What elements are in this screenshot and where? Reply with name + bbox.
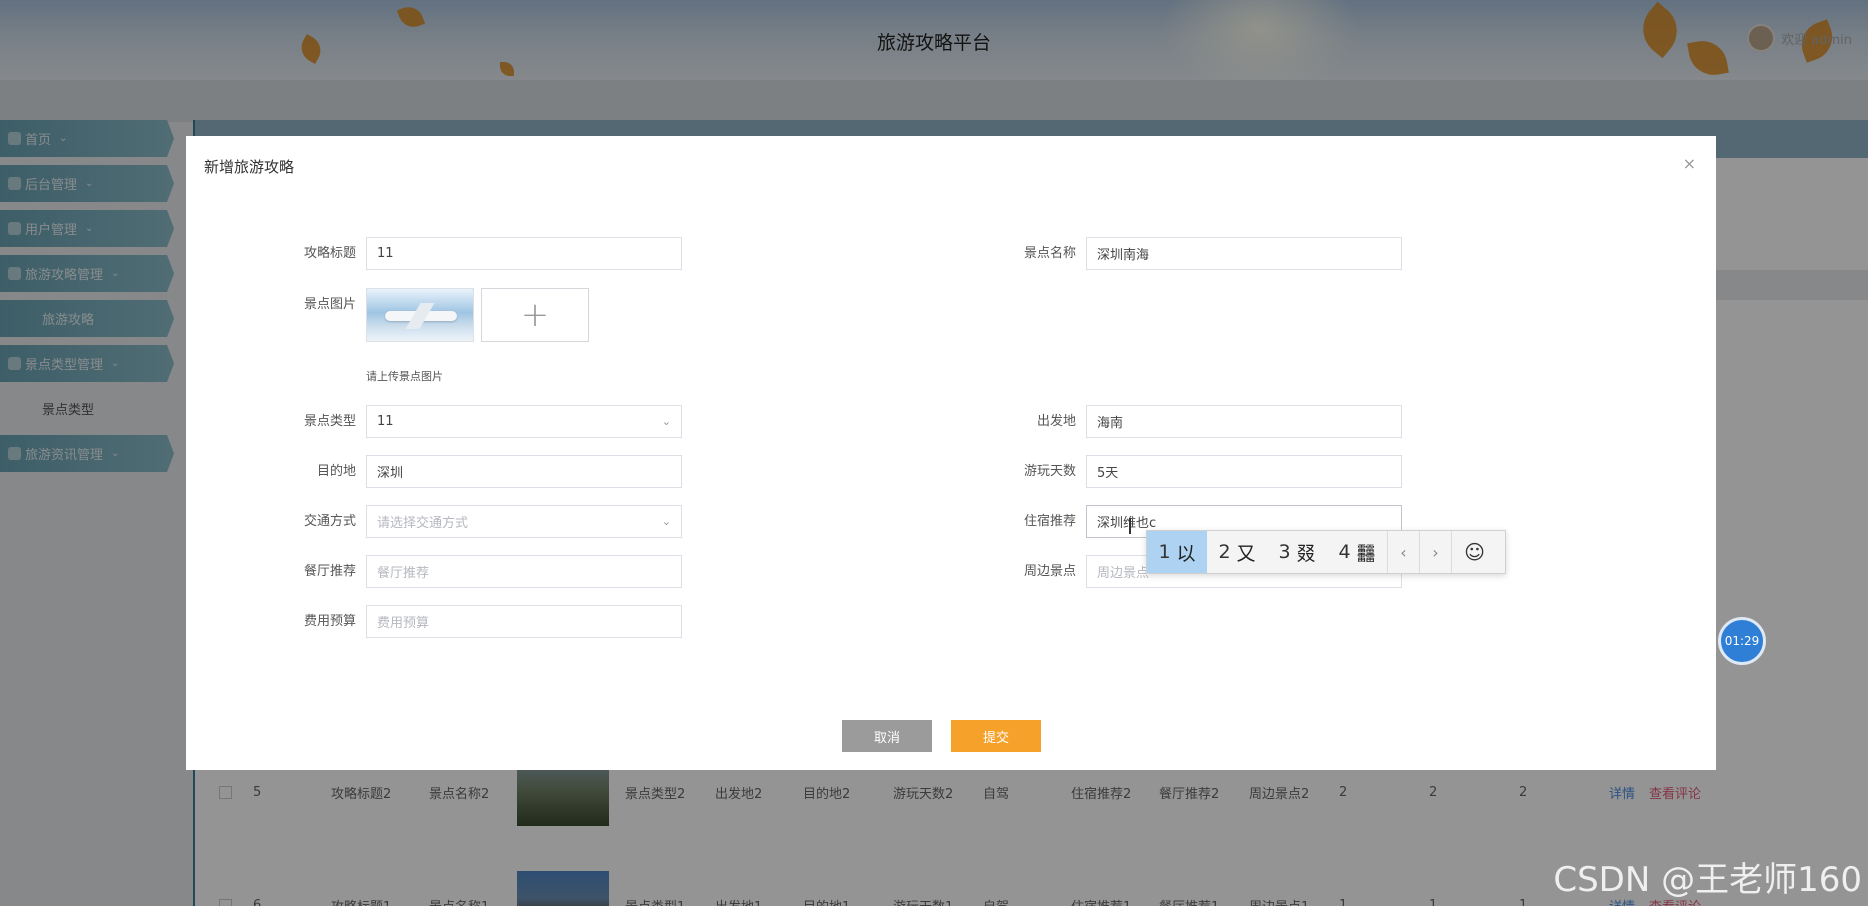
departure-input-value: 海南 [1097, 416, 1124, 431]
ime-candidate-3[interactable]: 3 叕 [1267, 531, 1327, 573]
transport-select-placeholder: 请选择交通方式 [377, 516, 469, 531]
candidate-text: 以 [1176, 542, 1196, 565]
days-input-value: 5天 [1097, 466, 1119, 481]
spot-name-label: 景点名称 [1023, 246, 1076, 261]
candidate-text: 又 [1236, 542, 1256, 565]
title-label: 攻略标题 [303, 246, 356, 261]
spot-name-input-value: 深圳南海 [1097, 248, 1150, 263]
days-label: 游玩天数 [1023, 464, 1076, 479]
title-input[interactable]: 11 [366, 237, 682, 270]
hotel-input-value: 深圳维也c [1097, 516, 1157, 531]
candidate-text: 䨻 [1356, 542, 1376, 565]
emoji-icon[interactable]: ☺ [1451, 531, 1497, 573]
title-input-value: 11 [377, 246, 394, 261]
dialog-title: 新增旅游攻略 [204, 158, 295, 176]
cancel-button[interactable]: 取消 [842, 720, 932, 752]
destination-input-value: 深圳 [377, 466, 404, 481]
ime-candidate-4[interactable]: 4 䨻 [1327, 531, 1387, 573]
departure-input[interactable]: 海南 [1086, 405, 1402, 438]
add-guide-dialog: 新增旅游攻略 × 攻略标题 11 景点名称 深圳南海 景点图片 + 请上传景点图… [186, 136, 1716, 770]
budget-input-placeholder: 费用预算 [377, 616, 430, 631]
spot-type-select[interactable]: 11 ⌄ [366, 405, 682, 438]
restaurant-label: 餐厅推荐 [303, 564, 356, 579]
transport-select[interactable]: 请选择交通方式 ⌄ [366, 505, 682, 538]
close-icon[interactable]: × [1683, 154, 1696, 173]
destination-label: 目的地 [316, 464, 356, 479]
candidate-text: 叕 [1296, 542, 1316, 565]
ime-prev-page-icon[interactable]: ‹ [1387, 531, 1419, 573]
transport-label: 交通方式 [303, 514, 356, 529]
candidate-number: 4 [1338, 541, 1351, 563]
submit-button[interactable]: 提交 [951, 720, 1041, 752]
days-input[interactable]: 5天 [1086, 455, 1402, 488]
spot-image-label: 景点图片 [303, 297, 356, 312]
hotel-label: 住宿推荐 [1023, 514, 1076, 529]
spot-name-input[interactable]: 深圳南海 [1086, 237, 1402, 270]
ime-candidate-2[interactable]: 2 又 [1207, 531, 1267, 573]
spot-type-select-value: 11 [377, 414, 394, 429]
ime-next-page-icon[interactable]: › [1419, 531, 1451, 573]
spot-type-label: 景点类型 [303, 414, 356, 429]
uploaded-image-thumbnail[interactable] [366, 288, 474, 342]
budget-input[interactable]: 费用预算 [366, 605, 682, 638]
budget-label: 费用预算 [303, 614, 356, 629]
restaurant-input-placeholder: 餐厅推荐 [377, 566, 430, 581]
restaurant-input[interactable]: 餐厅推荐 [366, 555, 682, 588]
candidate-number: 3 [1278, 541, 1291, 563]
ime-candidate-bar: 1 以 2 又 3 叕 4 䨻 ‹ › ☺ [1146, 530, 1506, 574]
candidate-number: 2 [1218, 541, 1231, 563]
destination-input[interactable]: 深圳 [366, 455, 682, 488]
departure-label: 出发地 [1036, 414, 1076, 429]
ime-candidate-1[interactable]: 1 以 [1147, 531, 1207, 573]
chevron-down-icon: ⌄ [661, 515, 671, 528]
text-cursor [1129, 518, 1131, 534]
csdn-watermark: CSDN @王老师160 [1553, 860, 1862, 900]
candidate-number: 1 [1158, 541, 1171, 563]
recording-timer[interactable]: 01:29 [1718, 617, 1766, 665]
upload-tip: 请上传景点图片 [366, 370, 443, 383]
upload-add-button[interactable]: + [481, 288, 589, 342]
nearby-label: 周边景点 [1023, 564, 1076, 579]
chevron-down-icon: ⌄ [661, 415, 671, 428]
nearby-input-placeholder: 周边景点 [1097, 566, 1150, 581]
